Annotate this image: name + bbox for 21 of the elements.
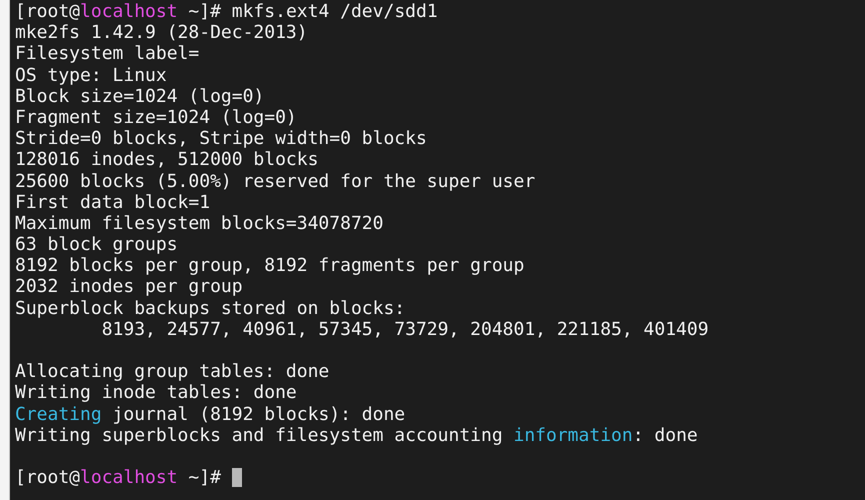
terminal-line: Superblock backups stored on blocks:	[15, 298, 406, 319]
shell-prompt: [root@localhost ~]#	[15, 467, 222, 488]
terminal-line: 25600 blocks (5.00%) reserved for the super user	[15, 170, 536, 192]
terminal-line: 2032 inodes per group	[15, 276, 243, 298]
terminal-line: Stride=0 blocks, Stripe width=0 blocks	[15, 128, 427, 150]
terminal-line: 8193, 24577, 40961, 57345, 73729, 204801, 221185, 401409	[100, 318, 709, 340]
terminal-line: 8192 blocks per group, 8192 fragments per group	[15, 255, 524, 276]
terminal-line: Writing inode tables: done	[15, 382, 297, 404]
terminal-line: OS type: Linux	[15, 64, 167, 86]
terminal-line: Allocating group tables: done	[15, 361, 330, 382]
terminal-line: Maximum filesystem blocks=34078720	[15, 212, 384, 234]
terminal-line: mke2fs 1.42.9 (28-Dec-2013)	[15, 22, 308, 44]
terminal-line: Writing superblocks and filesystem accounting information: done	[15, 424, 698, 446]
terminal-line: Fragment size=1024 (log=0)	[15, 106, 297, 128]
terminal-line: 63 block groups	[15, 234, 178, 256]
terminal-line: First data block=1	[15, 192, 210, 213]
terminal-line: Filesystem label=	[15, 43, 200, 65]
terminal-line: Creating journal (8192 blocks): done	[15, 404, 406, 425]
terminal-line: Block size=1024 (log=0)	[15, 86, 264, 107]
terminal-line: 128016 inodes, 512000 blocks	[15, 149, 318, 171]
terminal-line: [root@localhost ~]# mkfs.ext4 /dev/sdd1	[15, 1, 438, 22]
